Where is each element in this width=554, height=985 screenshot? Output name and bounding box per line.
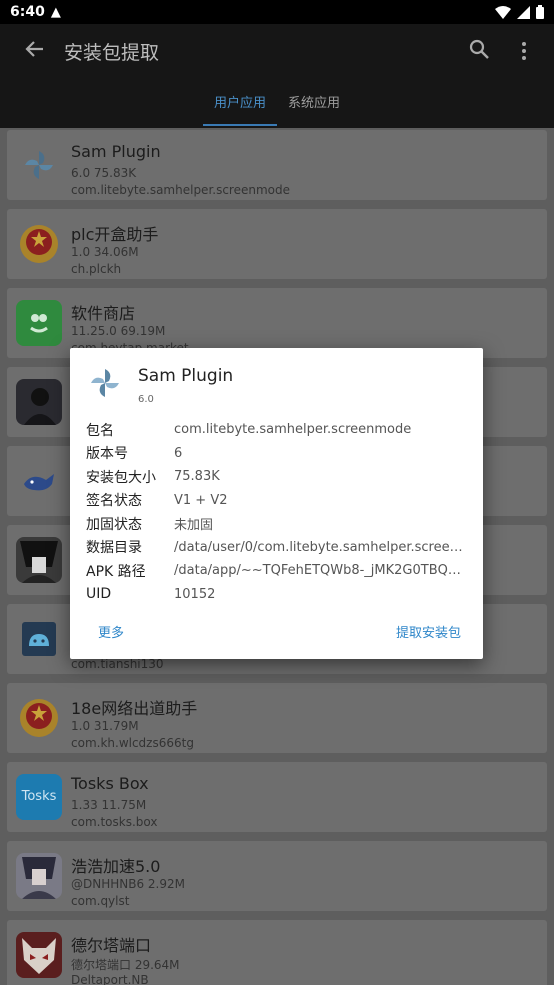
cat-notification-icon: ▲ (50, 4, 61, 20)
list-item[interactable]: Sam Plugin 6.0 75.83K com.litebyte.samhe… (7, 130, 547, 200)
info-value: 10152 (174, 586, 216, 602)
app-name: 德尔塔端口 (71, 936, 152, 955)
app-package: com.tianshi130 (71, 657, 164, 671)
app-name: 18e网络出道助手 (71, 699, 198, 718)
info-value: com.litebyte.samhelper.screenmode (174, 422, 412, 438)
tab-user-apps[interactable]: 用户应用 (203, 84, 277, 126)
app-package: com.tosks.box (71, 815, 158, 829)
emblem-icon (16, 221, 62, 267)
tosks-icon-text: Tosks (21, 789, 57, 804)
info-row: 版本号 6 (86, 442, 476, 466)
app-package: com.kh.wlcdzs666tg (71, 736, 194, 750)
app-bar: 安装包提取 用户应用 系统应用 (0, 24, 554, 128)
info-rows: 包名 com.litebyte.samhelper.screenmode 版本号 6… (86, 418, 476, 606)
app-version-size: 1.0 34.06M (71, 245, 139, 259)
app-version-size: 德尔塔端口 29.64M (71, 958, 180, 972)
dialog-title: Sam Plugin (138, 366, 234, 386)
battery-icon (536, 5, 544, 19)
info-row: 数据目录/data/user/0/com.litebyte.samhelper.… (86, 536, 476, 560)
app-package: ch.plckh (71, 262, 122, 276)
status-time: 6:40 (10, 4, 45, 20)
list-item[interactable]: Tosks Tosks Box 1.33 11.75M com.tosks.bo… (7, 762, 547, 832)
dialog-version: 6.0 (138, 394, 154, 405)
emblem-icon (16, 695, 62, 741)
app-name: plc开盒助手 (71, 225, 159, 244)
info-value: /data/user/0/com.litebyte.samhelper.scre… (174, 539, 466, 555)
tab-bar: 用户应用 系统应用 (0, 84, 554, 126)
app-version-size: 1.0 31.79M (71, 719, 139, 733)
info-key: 加固状态 (86, 516, 142, 533)
info-key: 版本号 (86, 446, 128, 463)
info-key: 安装包大小 (86, 469, 156, 486)
info-value: 75.83K (174, 469, 220, 485)
fox-icon (16, 932, 62, 978)
app-package: com.litebyte.samhelper.screenmode (71, 183, 291, 197)
app-name: 浩浩加速5.0 (71, 857, 161, 876)
tab-system-apps[interactable]: 系统应用 (277, 84, 351, 126)
status-bar: 6:40 ▲ (0, 0, 554, 24)
info-key: 包名 (86, 422, 114, 439)
info-row: 签名状态 V1 + V2 (86, 489, 476, 513)
pinwheel-icon (16, 142, 62, 188)
tosks-icon: Tosks (16, 774, 62, 820)
list-item[interactable]: 浩浩加速5.0 @DNHHNB6 2.92M com.qylst (7, 841, 547, 911)
info-key: 数据目录 (86, 540, 142, 557)
list-item[interactable]: plc开盒助手 1.0 34.06M ch.plckh (7, 209, 547, 279)
info-value: 未加固 (174, 518, 214, 534)
pinwheel-icon (88, 366, 122, 400)
info-row: APK 路径/data/app/~~TQFehETQWb8-_jMK2G0TBQ… (86, 559, 476, 583)
page-title: 安装包提取 (64, 42, 160, 64)
overflow-menu-icon[interactable] (514, 40, 534, 62)
app-version-size: @DNHHNB6 2.92M (71, 877, 185, 891)
anime-avatar-icon (16, 537, 62, 583)
info-value: 6 (174, 445, 183, 461)
signal-icon (517, 5, 530, 19)
status-icons (495, 5, 544, 19)
info-value: /data/app/~~TQFehETQWb8-_jMK2G0TBQ=... (174, 563, 466, 579)
app-version-size: 6.0 75.83K (71, 166, 137, 180)
app-name: Tosks Box (71, 774, 149, 793)
search-icon[interactable] (468, 38, 492, 62)
info-key: APK 路径 (86, 563, 146, 580)
app-name: 软件商店 (71, 304, 136, 323)
android-icon (16, 616, 62, 662)
back-arrow-icon[interactable] (22, 38, 46, 62)
app-version-size: 1.33 11.75M (71, 798, 147, 812)
info-value: V1 + V2 (174, 492, 228, 508)
info-row: 包名 com.litebyte.samhelper.screenmode (86, 418, 476, 442)
app-package: com.qylst (71, 894, 130, 908)
info-row: 安装包大小 75.83K (86, 465, 476, 489)
info-key: UID (86, 586, 112, 603)
app-name: Sam Plugin (71, 142, 161, 161)
anime-avatar-icon (16, 853, 62, 899)
list-item[interactable]: 18e网络出道助手 1.0 31.79M com.kh.wlcdzs666tg (7, 683, 547, 753)
app-info-dialog: Sam Plugin 6.0 包名 com.litebyte.samhelper.… (70, 348, 483, 659)
app-package: Deltaport.NB (71, 973, 149, 985)
avatar-icon (16, 379, 62, 425)
more-button[interactable]: 更多 (98, 622, 124, 641)
app-version-size: 11.25.0 69.19M (71, 324, 166, 338)
store-icon (16, 300, 62, 346)
info-key: 签名状态 (86, 493, 142, 510)
list-item[interactable]: 德尔塔端口 德尔塔端口 29.64M Deltaport.NB (7, 920, 547, 985)
info-row: 加固状态 未加固 (86, 512, 476, 536)
wifi-icon (495, 5, 511, 19)
whale-icon (16, 458, 62, 504)
extract-apk-button[interactable]: 提取安装包 (396, 622, 461, 641)
info-row: UID 10152 (86, 583, 476, 607)
